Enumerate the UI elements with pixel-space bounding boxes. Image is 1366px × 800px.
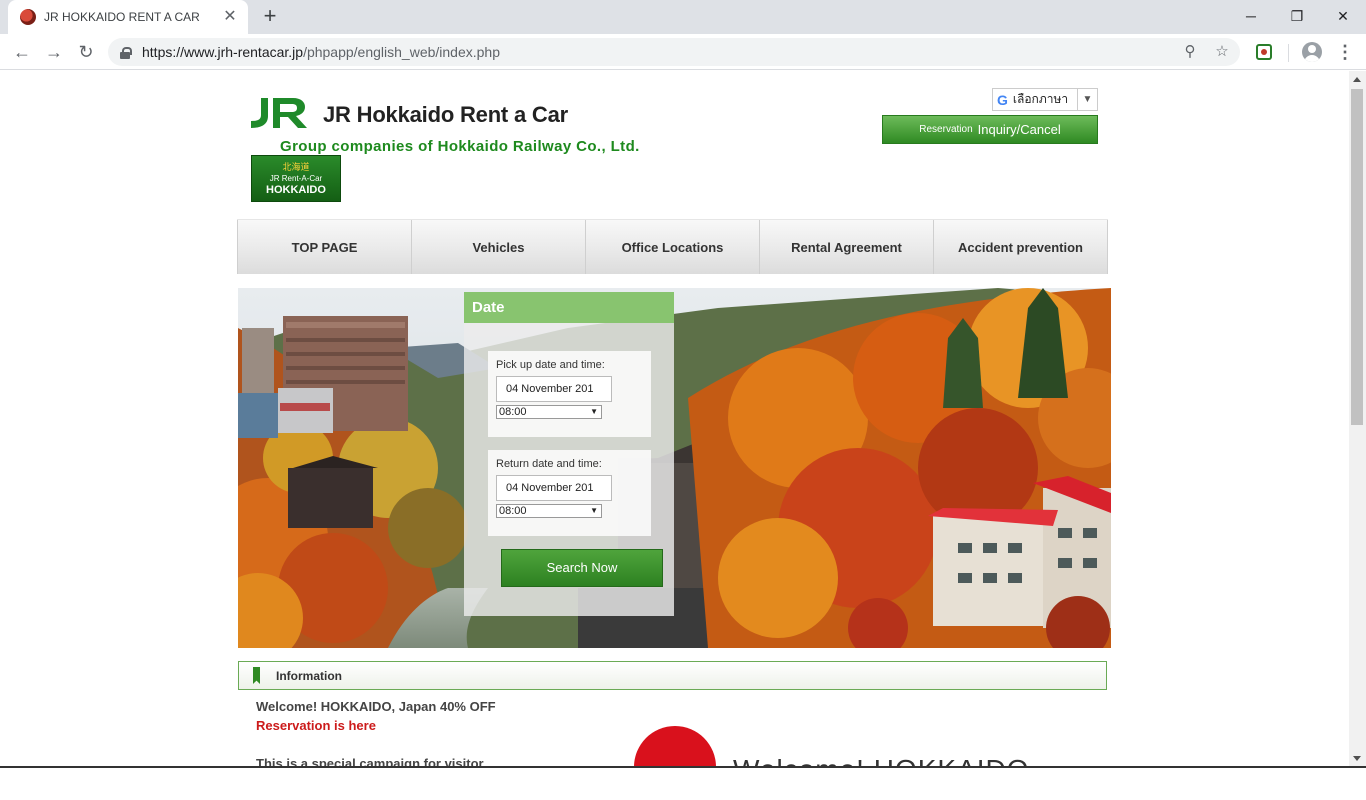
reservation-inquiry-cancel-button[interactable]: Reservation Inquiry/Cancel — [882, 115, 1098, 144]
menu-icon[interactable]: ⋮ — [1336, 42, 1354, 62]
jr-logo-icon[interactable] — [251, 96, 309, 130]
date-panel-title: Date — [464, 292, 674, 323]
url-path: /phpapp/english_web/index.php — [303, 44, 500, 60]
url-host: https://www.jrh-rentacar.jp — [142, 44, 304, 60]
return-box: Return date and time: 04 November 201 08… — [488, 450, 651, 536]
nav-vehicles[interactable]: Vehicles — [412, 220, 586, 274]
nav-office-locations[interactable]: Office Locations — [586, 220, 760, 274]
main-navigation: TOP PAGE Vehicles Office Locations Renta… — [237, 219, 1108, 274]
pickup-date-input[interactable]: 04 November 201 — [496, 376, 612, 402]
site-favicon-icon — [20, 9, 36, 25]
toolbar-divider — [1288, 44, 1289, 62]
lock-icon — [120, 46, 132, 59]
return-time-select[interactable]: 08:00 — [496, 504, 602, 518]
page-scrollbar[interactable] — [1349, 71, 1366, 767]
profile-avatar-icon[interactable] — [1302, 42, 1322, 62]
information-header: Information — [238, 661, 1107, 690]
bookmark-star-icon[interactable]: ☆ — [1214, 44, 1230, 60]
inquiry-cancel-label: Inquiry/Cancel — [977, 122, 1061, 137]
reservation-label: Reservation — [919, 124, 973, 135]
restore-icon[interactable]: ❐ — [1274, 0, 1320, 32]
information-title: Information — [276, 668, 342, 683]
pickup-box: Pick up date and time: 04 November 201 0… — [488, 351, 651, 437]
close-tab-icon[interactable]: ✕ — [222, 9, 238, 25]
hero-autumn-image — [238, 288, 1111, 648]
tab-title: JR HOKKAIDO RENT A CAR — [44, 10, 200, 24]
zoom-icon[interactable]: ⚲ — [1182, 44, 1198, 60]
back-icon[interactable]: ← — [8, 38, 36, 66]
browser-tab[interactable]: JR HOKKAIDO RENT A CAR ✕ — [8, 0, 248, 34]
extension-icon[interactable] — [1256, 44, 1272, 60]
browser-toolbar: ← → ↻ https://www.jrh-rentacar.jp/phpapp… — [0, 34, 1366, 70]
address-bar[interactable]: https://www.jrh-rentacar.jp/phpapp/engli… — [108, 38, 1240, 66]
badge-line-2: JR Rent-A-Car — [269, 174, 323, 183]
nav-accident-prevention[interactable]: Accident prevention — [934, 220, 1108, 274]
forward-icon[interactable]: → — [40, 38, 68, 66]
language-selector[interactable]: G เลือกภาษา ▼ — [992, 88, 1098, 111]
jr-rentacar-hokkaido-badge[interactable]: 北海道 JR Rent-A-Car HOKKAIDO — [251, 155, 341, 202]
tab-strip: JR HOKKAIDO RENT A CAR ✕ + ─ ❐ ✕ — [0, 0, 1366, 34]
return-label: Return date and time: — [496, 458, 602, 470]
welcome-headline: Welcome! HOKKAIDO, Japan 40% OFF — [256, 699, 496, 714]
google-icon: G — [997, 91, 1008, 108]
window-close-icon[interactable]: ✕ — [1320, 0, 1366, 32]
reservation-link[interactable]: Reservation is here — [256, 718, 376, 733]
page-viewport: JR Hokkaido Rent a Car Group companies o… — [0, 71, 1366, 767]
scroll-thumb[interactable] — [1351, 89, 1363, 425]
pickup-label: Pick up date and time: — [496, 359, 605, 371]
group-companies-text: Group companies of Hokkaido Railway Co.,… — [280, 138, 640, 155]
scroll-up-icon[interactable] — [1353, 77, 1361, 82]
nav-rental-agreement[interactable]: Rental Agreement — [760, 220, 934, 274]
pickup-time-select[interactable]: 08:00 — [496, 405, 602, 419]
minimize-icon[interactable]: ─ — [1228, 0, 1274, 32]
site-name[interactable]: JR Hokkaido Rent a Car — [323, 102, 568, 128]
badge-line-3: HOKKAIDO — [266, 184, 326, 196]
new-tab-button[interactable]: + — [258, 4, 282, 28]
window-bottom-edge — [0, 766, 1366, 768]
scroll-down-icon[interactable] — [1353, 756, 1361, 761]
date-search-panel: Date Pick up date and time: 04 November … — [464, 292, 674, 616]
search-now-button[interactable]: Search Now — [501, 549, 663, 587]
badge-line-1: 北海道 — [282, 162, 310, 172]
bookmark-flag-icon — [253, 667, 260, 684]
language-label: เลือกภาษา — [1012, 92, 1069, 106]
nav-top-page[interactable]: TOP PAGE — [237, 220, 412, 274]
welcome-hokkaido-logo-icon[interactable] — [634, 726, 716, 767]
return-date-input[interactable]: 04 November 201 — [496, 475, 612, 501]
reload-icon[interactable]: ↻ — [72, 38, 100, 66]
dropdown-arrow-icon: ▼ — [1077, 89, 1097, 110]
